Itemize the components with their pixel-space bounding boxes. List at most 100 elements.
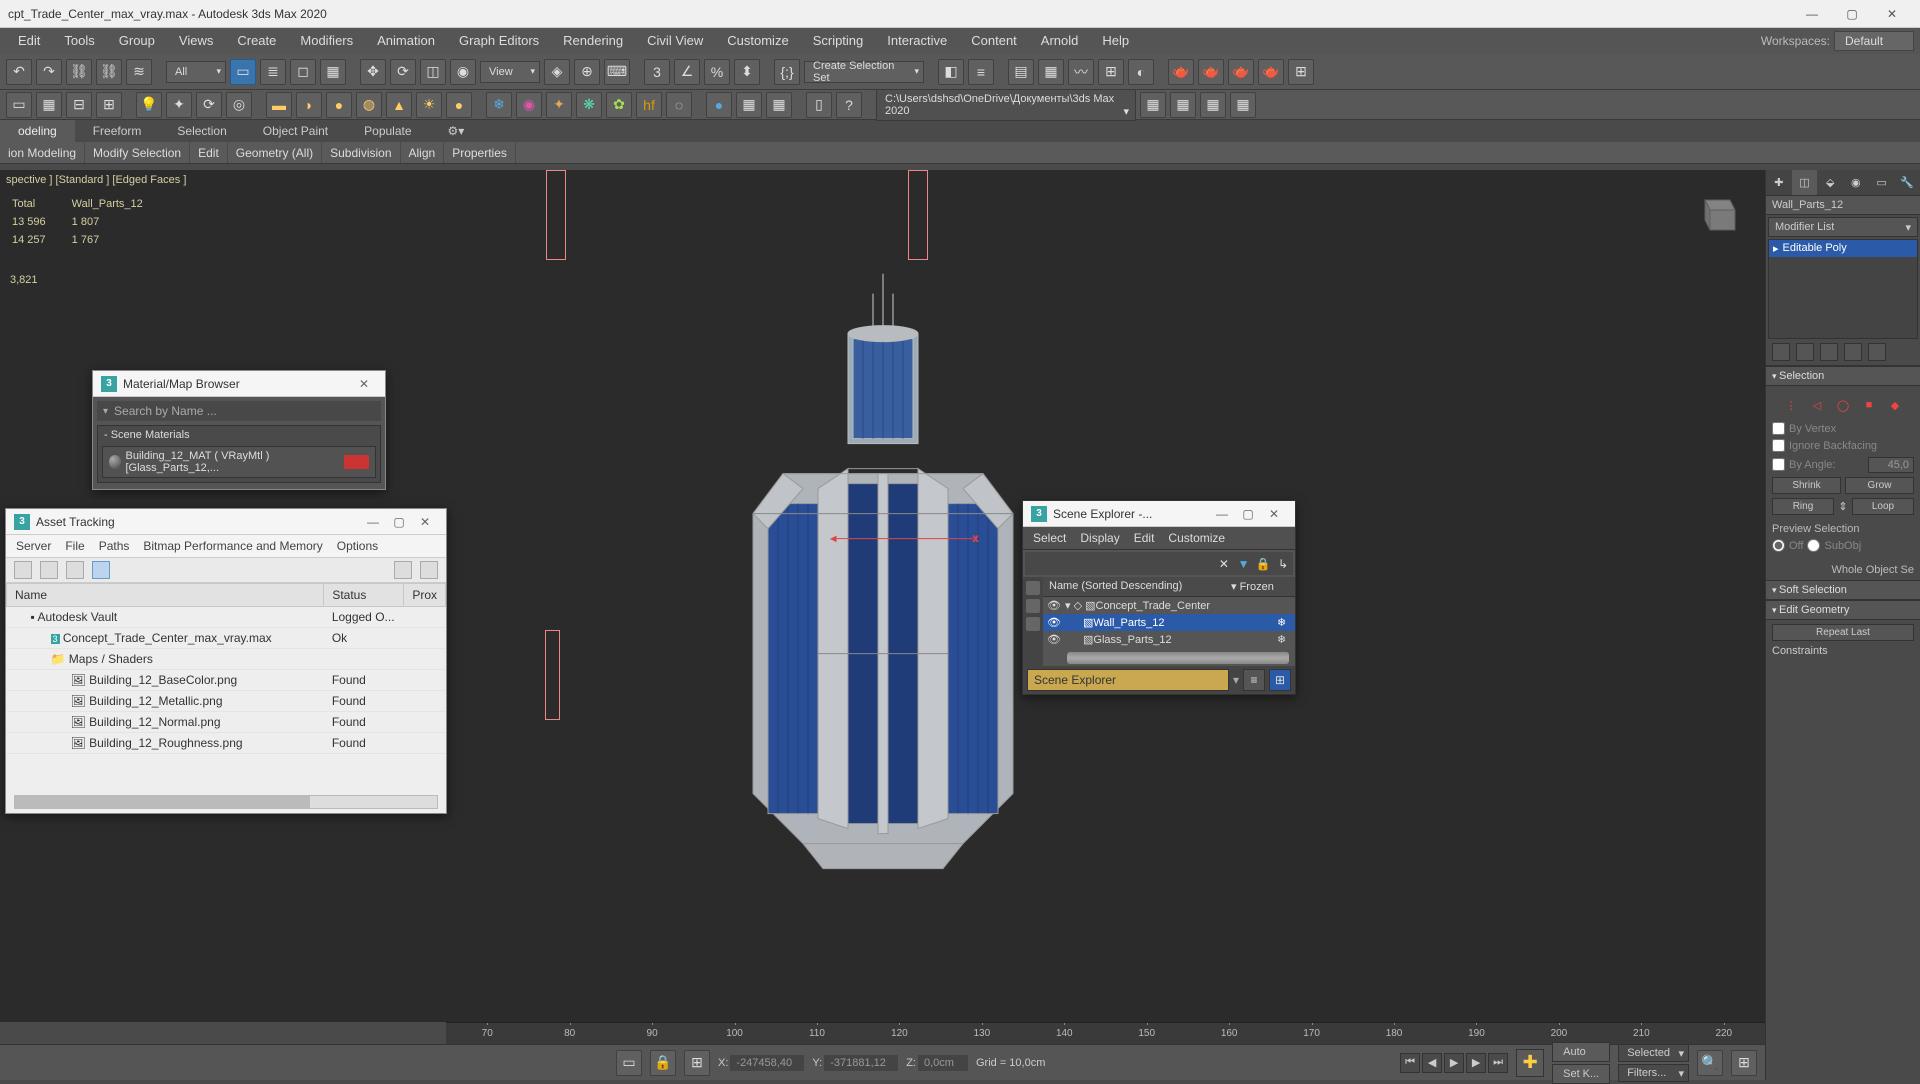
se-menu-select[interactable]: Select [1033,531,1066,545]
filters-dropdown[interactable]: Filters... [1618,1064,1689,1082]
light2-icon[interactable]: ✦ [166,92,192,118]
frozen-icon[interactable]: ❄ [1277,633,1291,646]
col-status[interactable]: Status [324,584,404,607]
asset-tracking-window[interactable]: 3 Asset Tracking — ▢ ✕ Server File Paths… [5,508,447,814]
se-scrollbar[interactable] [1067,652,1289,664]
select-name-icon[interactable]: ≣ [260,59,286,85]
asset-row[interactable]: 🖼 Building_12_Metallic.pngFound [7,691,446,712]
ribbon-tab-freeform[interactable]: Freeform [75,120,160,142]
menu-customize[interactable]: Customize [715,28,800,54]
material-search-input[interactable]: Search by Name ... [97,401,381,421]
se-close-icon[interactable]: ✕ [1261,507,1287,521]
prim-cyl-icon[interactable]: ● [326,92,352,118]
preview-subobj-radio[interactable]: SubObj [1807,537,1861,554]
at-menu-paths[interactable]: Paths [99,539,130,553]
select-object-icon[interactable]: ▭ [230,59,256,85]
ribbon-sub-edit[interactable]: Edit [190,142,228,163]
se-col-name[interactable]: Name (Sorted Descending) [1043,577,1225,596]
render-production-icon[interactable]: 🫖 [1228,59,1254,85]
ribbon-tab-object-paint[interactable]: Object Paint [245,120,346,142]
at-menu-options[interactable]: Options [337,539,378,553]
particle-f-icon[interactable]: hf [636,92,662,118]
percent-snap-icon[interactable]: % [704,59,730,85]
schematic-view-icon[interactable]: ⊞ [1098,59,1124,85]
angle-spinner[interactable]: 45,0 [1868,457,1914,473]
workspace-dropdown[interactable]: Default [1834,31,1914,51]
frozen-icon[interactable]: ❄ [1277,616,1291,629]
at-menu-file[interactable]: File [65,539,84,553]
asset-row[interactable]: 🖼 Building_12_BaseColor.pngFound [7,670,446,691]
light3-icon[interactable]: ⟳ [196,92,222,118]
pivot-icon[interactable]: ◈ [544,59,570,85]
menu-edit[interactable]: Edit [6,28,52,54]
edit-selection-set-icon[interactable]: {;} [774,59,800,85]
goto-start-icon[interactable]: ⏮ [1400,1053,1420,1073]
show-end-result-icon[interactable] [1796,343,1814,361]
toggle-ribbon-icon[interactable]: ▦ [1038,59,1064,85]
render-setup-icon[interactable]: 🫖 [1168,59,1194,85]
shrink-button[interactable]: Shrink [1772,477,1841,494]
remove-modifier-icon[interactable] [1844,343,1862,361]
play-icon[interactable]: ▶ [1444,1053,1464,1073]
undo-icon[interactable]: ↶ [6,59,32,85]
tool-b-icon[interactable]: ▦ [36,92,62,118]
help-icon[interactable]: ? [836,92,862,118]
viewcube[interactable] [1685,190,1745,240]
repeat-last-button[interactable]: Repeat Last [1772,624,1914,641]
prim-sun-icon[interactable]: ☀ [416,92,442,118]
render-frame-icon[interactable]: 🫖 [1198,59,1224,85]
rotate-icon[interactable]: ⟳ [390,59,416,85]
se-more-icon[interactable]: ↳ [1273,553,1293,575]
asset-row[interactable]: 3 Concept_Trade_Center_max_vray.maxOk [7,628,446,649]
particle-g-icon[interactable]: ◌ [666,92,692,118]
project-d-icon[interactable]: ▦ [1230,92,1256,118]
asset-row[interactable]: 🖼 Building_12_Normal.pngFound [7,712,446,733]
ribbon-tab-modeling[interactable]: odeling [0,120,75,142]
ribbon-sub-poly[interactable]: ion Modeling [0,142,85,163]
asset-scrollbar[interactable] [14,795,438,809]
menu-tools[interactable]: Tools [52,28,106,54]
scale-icon[interactable]: ◫ [420,59,446,85]
se-tool-c-icon[interactable] [1026,617,1040,631]
particle-c-icon[interactable]: ✦ [546,92,572,118]
menu-group[interactable]: Group [107,28,167,54]
se-set-dropdown[interactable]: Scene Explorer [1027,669,1229,691]
menu-arnold[interactable]: Arnold [1029,28,1091,54]
tool-c-icon[interactable]: ⊟ [66,92,92,118]
se-menu-customize[interactable]: Customize [1168,531,1225,545]
by-angle-checkbox[interactable]: By Angle: [1772,456,1864,473]
isolate-icon[interactable]: ▭ [616,1050,642,1076]
angle-snap-icon[interactable]: ∠ [674,59,700,85]
menu-scripting[interactable]: Scripting [801,28,876,54]
loop-button[interactable]: Loop [1852,498,1914,515]
at-icon-b[interactable] [40,561,58,579]
menu-create[interactable]: Create [225,28,288,54]
particle-d-icon[interactable]: ❋ [576,92,602,118]
modifier-stack[interactable]: ▸Editable Poly [1768,239,1918,339]
rollout-soft-selection[interactable]: Soft Selection [1766,580,1920,600]
project-b-icon[interactable]: ▦ [1170,92,1196,118]
prim-box-icon[interactable]: ▬ [266,92,292,118]
helper-b-icon[interactable]: ▦ [736,92,762,118]
se-max-icon[interactable]: ▢ [1235,507,1261,521]
utilities-tab-icon[interactable]: 🔧 [1894,170,1920,195]
ribbon-tab-populate[interactable]: Populate [346,120,429,142]
se-lock-icon[interactable]: 🔒 [1254,553,1274,575]
next-frame-icon[interactable]: ▶ [1466,1053,1486,1073]
prev-frame-icon[interactable]: ◀ [1422,1053,1442,1073]
at-icon-d[interactable] [92,561,110,579]
minimize-button[interactable]: — [1792,0,1832,28]
bind-icon[interactable]: ≋ [126,59,152,85]
modifier-list-dropdown[interactable]: Modifier List [1768,217,1918,237]
by-vertex-checkbox[interactable]: By Vertex [1772,420,1914,437]
object-name[interactable]: Wall_Parts_12 [1766,196,1920,215]
maximize-button[interactable]: ▢ [1832,0,1872,28]
menu-rendering[interactable]: Rendering [551,28,635,54]
se-row[interactable]: 👁 ▧ Wall_Parts_12 ❄ [1043,614,1295,631]
x-value[interactable]: -247458,40 [730,1055,804,1071]
goto-end-icon[interactable]: ⏭ [1488,1053,1508,1073]
ribbon-sub-geometry[interactable]: Geometry (All) [228,142,322,163]
render-in-cloud-icon[interactable]: 🫖 [1258,59,1284,85]
tool-d-icon[interactable]: ⊞ [96,92,122,118]
tool-a-icon[interactable]: ▭ [6,92,32,118]
